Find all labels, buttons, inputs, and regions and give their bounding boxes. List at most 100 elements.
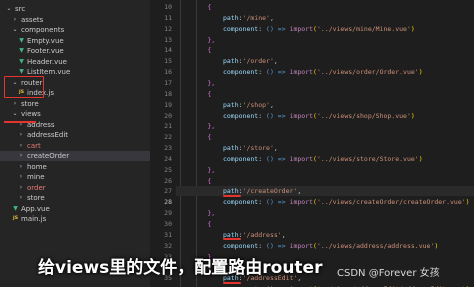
tree-item-assets[interactable]: › assets [0, 15, 150, 25]
component-key: component [222, 154, 259, 163]
line-number: 31 [164, 230, 172, 239]
code-line[interactable]: }, [176, 78, 474, 88]
tree-item-label: src [15, 5, 26, 13]
comma: , [273, 144, 278, 153]
code-line[interactable]: path:'/order', [176, 56, 474, 66]
code-line[interactable]: component: () => import('../views/store/… [176, 154, 474, 164]
component-key: component [222, 241, 259, 250]
chevron-right-icon: › [19, 194, 23, 201]
chevron-right-icon: › [19, 173, 23, 180]
tree-item-cart[interactable]: › cart [0, 141, 150, 151]
tree-item-label: views [21, 110, 41, 118]
code-line[interactable]: { [176, 45, 474, 55]
component-path: '../views/order/Order.vue' [316, 68, 419, 77]
code-line[interactable]: path:'/address', [176, 230, 474, 241]
open-brace: { [207, 46, 212, 55]
tree-item-home[interactable]: › home [0, 162, 150, 172]
tree-item-app-vue[interactable]: ▼ App.vue [0, 204, 150, 214]
code-line[interactable]: { [176, 219, 474, 229]
code-line[interactable]: path:'/createOrder', [176, 186, 474, 197]
code-line[interactable]: }, [176, 165, 474, 175]
tree-item-label: main.js [21, 215, 47, 223]
line-number: 13 [164, 35, 172, 44]
open-brace: { [207, 89, 212, 98]
component-key: component [222, 24, 259, 33]
tree-item-label: addressEdit [27, 131, 69, 139]
chevron-right-icon: › [13, 15, 17, 23]
tree-item-label: store [27, 194, 45, 202]
code-line[interactable]: }, [176, 121, 474, 131]
tree-item-label: order [27, 183, 46, 192]
code-line[interactable]: component: () => import('../views/create… [176, 197, 474, 207]
code-line[interactable]: path:'/store', [176, 143, 474, 153]
tree-item-components[interactable]: ⌄ components [0, 25, 150, 35]
code-line[interactable]: component: () => import('../views/mine/M… [176, 24, 474, 34]
tree-item-label: cart [27, 141, 41, 150]
line-number-gutter: 10 11 12 13 14 15 16 17 18 19 20 21 22 23 24 25 26 27 28 29… [150, 0, 174, 287]
tree-item-views[interactable]: ⌄ views [0, 109, 150, 119]
tree-item-footer-vue[interactable]: ▼ Footer.vue [0, 46, 150, 56]
tree-item-store[interactable]: › store [0, 99, 150, 109]
code-line[interactable]: path:'/mine', [176, 13, 474, 23]
tree-item-main-js[interactable]: JS main.js [0, 214, 150, 224]
component-path: '../views/address/address.vue' [316, 241, 435, 250]
arrow-function: () => [266, 154, 286, 163]
line-number: 28 [164, 198, 172, 207]
tree-item-order[interactable]: › order [0, 183, 150, 193]
line-number: 30 [164, 220, 172, 228]
comma: , [281, 230, 286, 239]
tree-item-empty-vue[interactable]: ▼ Empty.vue [0, 36, 150, 46]
route-path: '/address' [242, 230, 282, 239]
route-path: '/store' [242, 144, 274, 153]
line-number: 26 [164, 176, 172, 185]
line-number: 14 [164, 46, 172, 55]
code-line[interactable]: { [176, 89, 474, 99]
tree-item-addressedit[interactable]: › addressEdit [0, 130, 150, 140]
code-line[interactable]: component: () => import('../views/shop/S… [176, 111, 474, 121]
tree-item-store[interactable]: › store [0, 193, 150, 203]
import-keyword: import [289, 24, 314, 33]
comma: , [269, 13, 274, 22]
tree-item-label: assets [21, 15, 44, 24]
comma: , [297, 187, 302, 196]
route-path: '/mine' [242, 13, 270, 22]
tree-item-label: App.vue [21, 204, 50, 213]
code-line[interactable]: { [176, 132, 474, 142]
chevron-right-icon: › [19, 183, 23, 191]
tree-item-label: home [27, 162, 47, 171]
chevron-down-icon: ⌄ [12, 110, 18, 117]
code-line[interactable]: component: () => import('../views/order/… [176, 67, 474, 77]
tree-item-header-vue[interactable]: ▼ Header.vue [0, 57, 150, 67]
open-brace: { [207, 220, 212, 228]
tree-item-label: Header.vue [27, 57, 67, 66]
open-brace: { [207, 3, 212, 11]
vue-file-icon: ▼ [13, 204, 18, 212]
annotation-caption: 给views里的文件，配置路由router [38, 258, 323, 278]
component-path: '../views/store/Store.vue' [316, 154, 419, 163]
line-number: 24 [164, 154, 172, 163]
component-path: '../views/mine/Mine.vue' [316, 24, 411, 33]
path-key: path [222, 13, 239, 22]
line-number: 32 [164, 241, 172, 250]
paren-close: ) [410, 111, 415, 120]
tree-item-mine[interactable]: › mine [0, 172, 150, 182]
tree-item-createorder[interactable]: › createOrder [0, 151, 150, 161]
line-number: 20 [164, 111, 172, 120]
code-line[interactable]: }, [176, 208, 474, 218]
code-line[interactable]: component: () => import('../views/addres… [176, 241, 474, 251]
code-line[interactable]: { [176, 2, 474, 12]
route-path: '/order' [242, 57, 274, 66]
chevron-right-icon: › [19, 141, 23, 149]
path-key: path [222, 100, 239, 109]
tree-item-label: createOrder [27, 152, 70, 160]
line-number: 10 [164, 3, 172, 11]
comma: , [273, 57, 278, 66]
tree-item-src[interactable]: ⌄ src [0, 4, 150, 14]
code-line[interactable]: { [176, 176, 474, 186]
code-editor[interactable]: { path:'/mine', component: () => import(… [176, 0, 474, 287]
vue-file-icon: ▼ [19, 57, 24, 65]
js-file-icon: JS [13, 216, 18, 221]
code-line[interactable]: }, [176, 35, 474, 45]
code-line[interactable]: path:'/shop', [176, 100, 474, 110]
router-highlight-box [4, 76, 44, 98]
